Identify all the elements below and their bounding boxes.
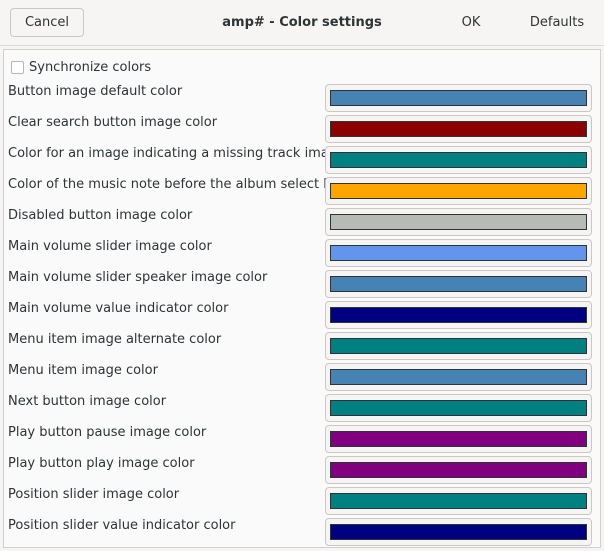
color-setting-label: Position slider value indicator color xyxy=(8,518,236,533)
color-swatch xyxy=(330,245,587,261)
synchronize-colors-checkbox[interactable] xyxy=(11,60,24,74)
color-setting-row: Position slider image color xyxy=(4,484,600,515)
color-swatch xyxy=(330,152,587,168)
color-setting-row: Menu item image alternate color xyxy=(4,329,600,360)
color-setting-label: Next button image color xyxy=(8,394,167,409)
color-swatch xyxy=(330,493,587,509)
dialog-title: amp# - Color settings xyxy=(222,15,382,30)
color-setting-label: Main volume slider image color xyxy=(8,239,212,254)
synchronize-colors-label: Synchronize colors xyxy=(29,59,152,75)
defaults-button[interactable]: Defaults xyxy=(520,8,594,37)
color-setting-label: Play button play image color xyxy=(8,456,195,471)
color-setting-label: Main volume value indicator color xyxy=(8,301,229,316)
color-picker-button[interactable] xyxy=(325,208,592,236)
color-setting-label: Main volume slider speaker image color xyxy=(8,270,268,285)
color-setting-row: Color of the music note before the album… xyxy=(4,174,600,205)
color-setting-label: Disabled button image color xyxy=(8,208,193,223)
color-swatch xyxy=(330,400,587,416)
color-swatch xyxy=(330,338,587,354)
color-swatch xyxy=(330,307,587,323)
color-swatch xyxy=(330,462,587,478)
color-picker-button[interactable] xyxy=(325,177,592,205)
color-setting-row: Play button pause image color xyxy=(4,422,600,453)
color-swatch xyxy=(330,524,587,540)
synchronize-colors-toggle[interactable]: Synchronize colors xyxy=(11,58,151,76)
color-swatch xyxy=(330,183,587,199)
color-swatch xyxy=(330,431,587,447)
ok-button[interactable]: OK xyxy=(449,8,493,37)
color-setting-row: Main volume slider image color xyxy=(4,236,600,267)
color-swatch xyxy=(330,276,587,292)
color-setting-row: Next button image color xyxy=(4,391,600,422)
color-setting-row: Button image default color xyxy=(4,81,600,112)
color-setting-row: Main volume slider speaker image color xyxy=(4,267,600,298)
color-setting-row: Menu item image color xyxy=(4,360,600,391)
color-picker-button[interactable] xyxy=(325,332,592,360)
color-picker-button[interactable] xyxy=(325,115,592,143)
color-setting-label: Button image default color xyxy=(8,84,183,99)
color-picker-button[interactable] xyxy=(325,84,592,112)
color-settings-panel: Synchronize colors Button image default … xyxy=(3,49,601,548)
color-picker-button[interactable] xyxy=(325,425,592,453)
color-setting-row: Position slider value indicator color xyxy=(4,515,600,546)
color-setting-label: Menu item image alternate color xyxy=(8,332,222,347)
color-setting-row: Main volume value indicator color xyxy=(4,298,600,329)
color-picker-button[interactable] xyxy=(325,146,592,174)
color-swatch xyxy=(330,90,587,106)
color-setting-row: Clear search button image color xyxy=(4,112,600,143)
color-picker-button[interactable] xyxy=(325,394,592,422)
color-swatch xyxy=(330,369,587,385)
color-setting-label: Position slider image color xyxy=(8,487,180,502)
header-bar: Cancel amp# - Color settings OK Defaults xyxy=(0,0,604,46)
color-setting-label: Clear search button image color xyxy=(8,115,218,130)
color-picker-button[interactable] xyxy=(325,301,592,329)
color-settings-list: Button image default color Clear search b… xyxy=(4,81,600,546)
color-picker-button[interactable] xyxy=(325,270,592,298)
color-setting-label: Color of the music note before the album… xyxy=(8,177,347,192)
color-picker-button[interactable] xyxy=(325,239,592,267)
color-picker-button[interactable] xyxy=(325,363,592,391)
color-setting-row: Play button play image color xyxy=(4,453,600,484)
color-setting-row: Color for an image indicating a missing … xyxy=(4,143,600,174)
color-setting-label: Color for an image indicating a missing … xyxy=(8,146,346,161)
cancel-button[interactable]: Cancel xyxy=(10,8,84,37)
color-picker-button[interactable] xyxy=(325,518,592,546)
color-setting-label: Menu item image color xyxy=(8,363,158,378)
color-swatch xyxy=(330,214,587,230)
color-picker-button[interactable] xyxy=(325,487,592,515)
color-setting-label: Play button pause image color xyxy=(8,425,207,440)
color-setting-row: Disabled button image color xyxy=(4,205,600,236)
color-swatch xyxy=(330,121,587,137)
color-picker-button[interactable] xyxy=(325,456,592,484)
